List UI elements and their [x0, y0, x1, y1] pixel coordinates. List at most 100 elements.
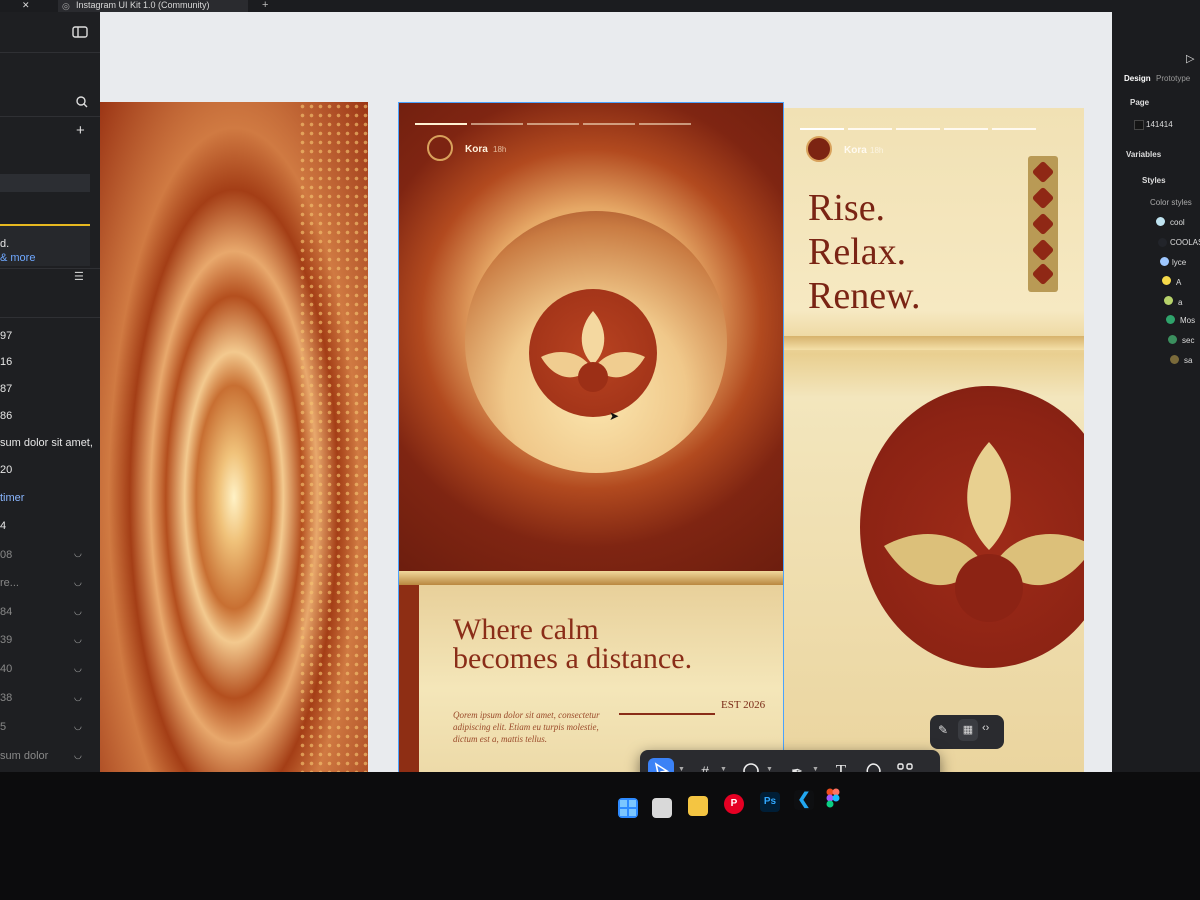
- divider: [0, 268, 100, 269]
- headline-line: Rise.: [808, 187, 886, 229]
- layer-row-hidden[interactable]: 08: [0, 549, 100, 561]
- story-username[interactable]: Kora: [465, 144, 488, 155]
- frame-2-rail: [399, 571, 783, 585]
- style-name[interactable]: COOLAS: [1170, 238, 1200, 247]
- style-swatch: [1160, 257, 1169, 266]
- pinterest-icon[interactable]: P: [724, 794, 744, 814]
- style-name[interactable]: lyce: [1172, 258, 1186, 267]
- story-username[interactable]: Kora: [844, 145, 867, 156]
- play-icon[interactable]: ▷: [1186, 52, 1194, 65]
- layers-panel: + d. & more ☰ 97 16 87 86 sum dolor sit …: [0, 12, 100, 872]
- headline-line: becomes a distance.: [453, 642, 693, 675]
- story-frame-1[interactable]: [100, 102, 368, 832]
- banner-text: d.: [0, 238, 10, 250]
- body-line: dictum est a, mattis tellus.: [453, 734, 547, 744]
- style-name[interactable]: Mos: [1180, 316, 1195, 325]
- avatar[interactable]: [806, 136, 832, 162]
- new-tab-button[interactable]: +: [262, 0, 268, 12]
- layer-row[interactable]: 87: [0, 383, 100, 395]
- halftone-dots: [298, 102, 368, 832]
- dev-mode-icon[interactable]: ‹›: [982, 722, 989, 734]
- layer-row-hidden[interactable]: 84: [0, 606, 100, 618]
- hidden-eye-icon[interactable]: ◡: [74, 606, 82, 617]
- sort-icon[interactable]: ☰: [74, 270, 84, 283]
- hidden-eye-icon[interactable]: ◡: [74, 692, 82, 703]
- mode-toggle: ✎ ▦ ‹›: [930, 715, 1004, 749]
- hidden-eye-icon[interactable]: ◡: [74, 663, 82, 674]
- hidden-eye-icon[interactable]: ◡: [74, 548, 82, 559]
- hidden-eye-icon[interactable]: ◡: [74, 577, 82, 588]
- story-frame-2[interactable]: Kora 18h ➤ Where calm becomes a distance…: [398, 102, 784, 832]
- hidden-eye-icon[interactable]: ◡: [74, 634, 82, 645]
- style-swatch: [1166, 315, 1175, 324]
- layer-row[interactable]: 16: [0, 356, 100, 368]
- layer-row-hidden[interactable]: 38: [0, 692, 100, 704]
- divider: [0, 52, 100, 53]
- tab-file-title: Instagram UI Kit 1.0 (Community): [76, 0, 210, 10]
- page-color-value[interactable]: 141414: [1146, 120, 1173, 129]
- layer-row-timer[interactable]: timer: [0, 492, 100, 504]
- style-name[interactable]: cool: [1170, 218, 1185, 227]
- tab-bar: ✕ ◎ Instagram UI Kit 1.0 (Community) +: [0, 0, 1200, 12]
- add-page-button[interactable]: +: [76, 122, 85, 139]
- search-icon[interactable]: [76, 96, 88, 108]
- layer-row-hidden[interactable]: 5: [0, 721, 100, 733]
- sidebar-toggle-icon[interactable]: [72, 26, 88, 38]
- windows-start-icon[interactable]: [618, 798, 638, 818]
- color-styles-label: Color styles: [1150, 198, 1192, 207]
- story-progress-bars: [415, 123, 691, 125]
- style-swatch: [1156, 217, 1165, 226]
- layer-row[interactable]: 20: [0, 464, 100, 476]
- body-line: Qorem ipsum dolor sit amet, consectetur: [453, 710, 600, 720]
- story-time: 18h: [870, 146, 884, 155]
- variables-label[interactable]: Variables: [1126, 150, 1161, 159]
- tab-file[interactable]: ◎ Instagram UI Kit 1.0 (Community): [58, 0, 248, 12]
- est-label: EST 2026: [721, 699, 766, 711]
- photoshop-icon[interactable]: Ps: [760, 792, 780, 812]
- headline-line: Relax.: [808, 231, 907, 273]
- story-time: 18h: [493, 145, 507, 154]
- layer-row[interactable]: sum dolor sit amet,: [0, 437, 100, 449]
- style-name[interactable]: sec: [1182, 336, 1194, 345]
- cursor-icon: ➤: [609, 409, 620, 423]
- close-tab-icon[interactable]: ✕: [22, 0, 30, 12]
- layer-row[interactable]: 4: [0, 520, 100, 532]
- layer-row-hidden[interactable]: 39: [0, 634, 100, 646]
- page-row-selected[interactable]: [0, 174, 90, 192]
- draw-mode-icon[interactable]: ✎: [938, 723, 948, 737]
- figma-icon: ◎: [62, 1, 70, 11]
- layer-row-hidden[interactable]: sum dolor: [0, 750, 100, 762]
- style-swatch: [1168, 335, 1177, 344]
- design-mode-icon[interactable]: ▦: [958, 719, 978, 741]
- page-color-swatch[interactable]: [1134, 120, 1144, 130]
- body-line: adipiscing elit. Etiam eu turpis molesti…: [453, 722, 599, 732]
- headline-line: Where calm: [453, 613, 599, 646]
- style-swatch: [1164, 296, 1173, 305]
- tab-design[interactable]: Design: [1124, 74, 1151, 83]
- tab-prototype[interactable]: Prototype: [1156, 74, 1190, 83]
- style-name[interactable]: sa: [1184, 356, 1192, 365]
- file-explorer-icon[interactable]: [688, 796, 708, 816]
- banner-link[interactable]: & more: [0, 252, 100, 264]
- layer-row-hidden[interactable]: 40: [0, 663, 100, 675]
- story-progress-bars: [800, 128, 1036, 130]
- headline-line: Renew.: [808, 275, 921, 317]
- style-swatch: [1158, 238, 1167, 247]
- divider: [0, 116, 100, 117]
- style-name[interactable]: A: [1176, 278, 1181, 287]
- design-canvas[interactable]: Kora 18h ➤ Where calm becomes a distance…: [100, 12, 1112, 832]
- task-view-icon[interactable]: [652, 798, 672, 818]
- layer-row[interactable]: 97: [0, 330, 100, 342]
- layer-row[interactable]: 86: [0, 410, 100, 422]
- hanging-pendant: [1028, 156, 1058, 292]
- est-rule: [619, 713, 715, 715]
- layer-row-hidden[interactable]: re...: [0, 577, 100, 589]
- hidden-eye-icon[interactable]: ◡: [74, 721, 82, 732]
- hidden-eye-icon[interactable]: ◡: [74, 750, 82, 761]
- page-label: Page: [1130, 98, 1150, 107]
- lotus-icon: [541, 311, 645, 392]
- figma-icon[interactable]: [826, 788, 840, 808]
- style-name[interactable]: a: [1178, 298, 1182, 307]
- vscode-icon[interactable]: ❮: [794, 790, 814, 810]
- avatar[interactable]: [427, 135, 453, 161]
